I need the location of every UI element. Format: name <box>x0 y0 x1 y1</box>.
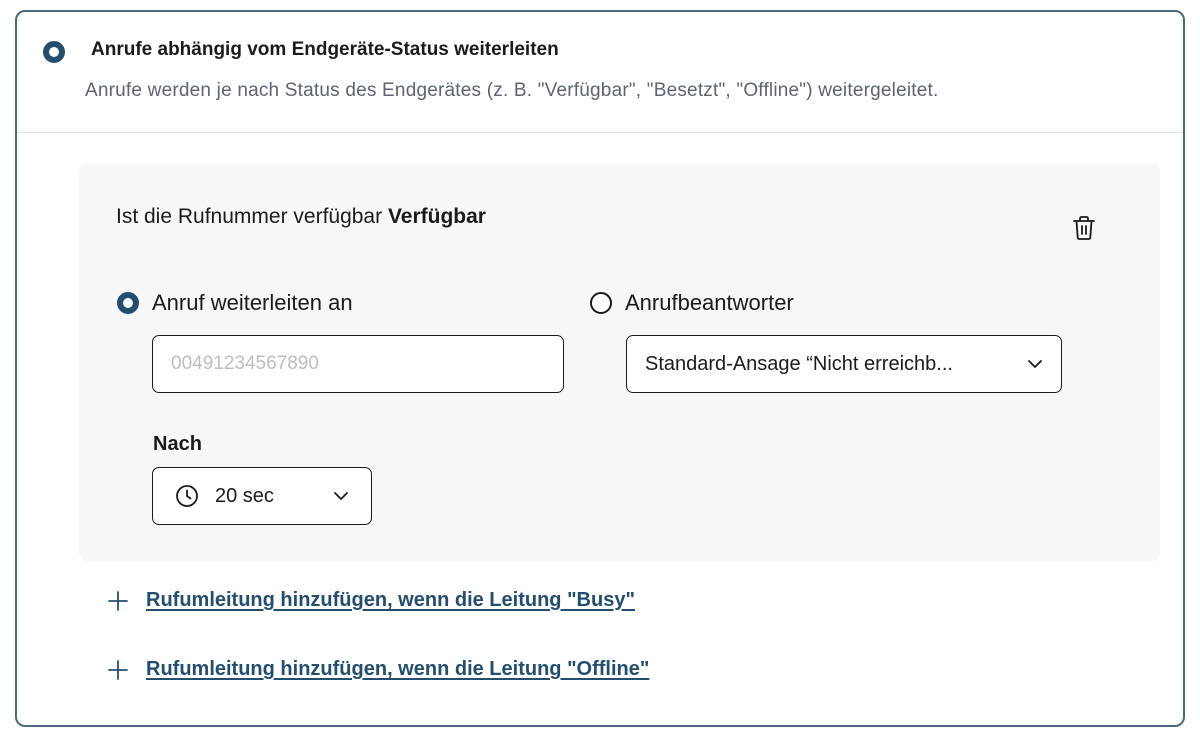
rule-title-prefix: Ist die Rufnummer verfügbar <box>116 205 383 228</box>
chevron-down-icon <box>334 492 348 500</box>
status-rule-panel: Ist die Rufnummer verfügbar Verfügbar An… <box>79 163 1160 561</box>
greeting-select[interactable]: Standard-Ansage “Nicht erreichb... <box>626 335 1062 393</box>
forwarding-option-card: Anrufe abhängig vom Endgeräte-Status wei… <box>15 10 1185 727</box>
delay-select[interactable]: 20 sec <box>152 467 372 525</box>
voicemail-option[interactable]: Anrufbeantworter <box>590 290 794 316</box>
chevron-down-icon <box>1028 360 1042 368</box>
forward-to-option[interactable]: Anruf weiterleiten an <box>117 290 353 316</box>
rule-title-status: Verfügbar <box>387 205 486 228</box>
trash-icon[interactable] <box>1072 215 1096 241</box>
option-header: Anrufe abhängig vom Endgeräte-Status wei… <box>17 12 1183 133</box>
greeting-select-value: Standard-Ansage “Nicht erreichb... <box>645 352 953 375</box>
forward-radio[interactable] <box>117 292 139 314</box>
rule-title: Ist die Rufnummer verfügbar Verfügbar <box>116 205 486 229</box>
phone-number-input[interactable] <box>152 335 564 393</box>
option-title: Anrufe abhängig vom Endgeräte-Status wei… <box>91 39 559 60</box>
forward-label: Anruf weiterleiten an <box>152 290 353 315</box>
clock-icon <box>176 485 198 507</box>
option-description: Anrufe werden je nach Status des Endgerä… <box>85 80 939 101</box>
voicemail-radio[interactable] <box>590 292 612 314</box>
delay-label: Nach <box>153 433 202 455</box>
add-offline-forwarding-link[interactable]: Rufumleitung hinzufügen, wenn die Leitun… <box>107 658 649 681</box>
add-offline-forwarding-label[interactable]: Rufumleitung hinzufügen, wenn die Leitun… <box>146 658 649 681</box>
plus-icon <box>108 590 128 611</box>
delay-select-value: 20 sec <box>215 484 274 507</box>
plus-icon <box>108 659 128 680</box>
add-busy-forwarding-label[interactable]: Rufumleitung hinzufügen, wenn die Leitun… <box>146 589 635 612</box>
voicemail-label: Anrufbeantworter <box>625 290 794 315</box>
add-busy-forwarding-link[interactable]: Rufumleitung hinzufügen, wenn die Leitun… <box>107 589 635 612</box>
option-radio-selected[interactable] <box>43 41 65 63</box>
